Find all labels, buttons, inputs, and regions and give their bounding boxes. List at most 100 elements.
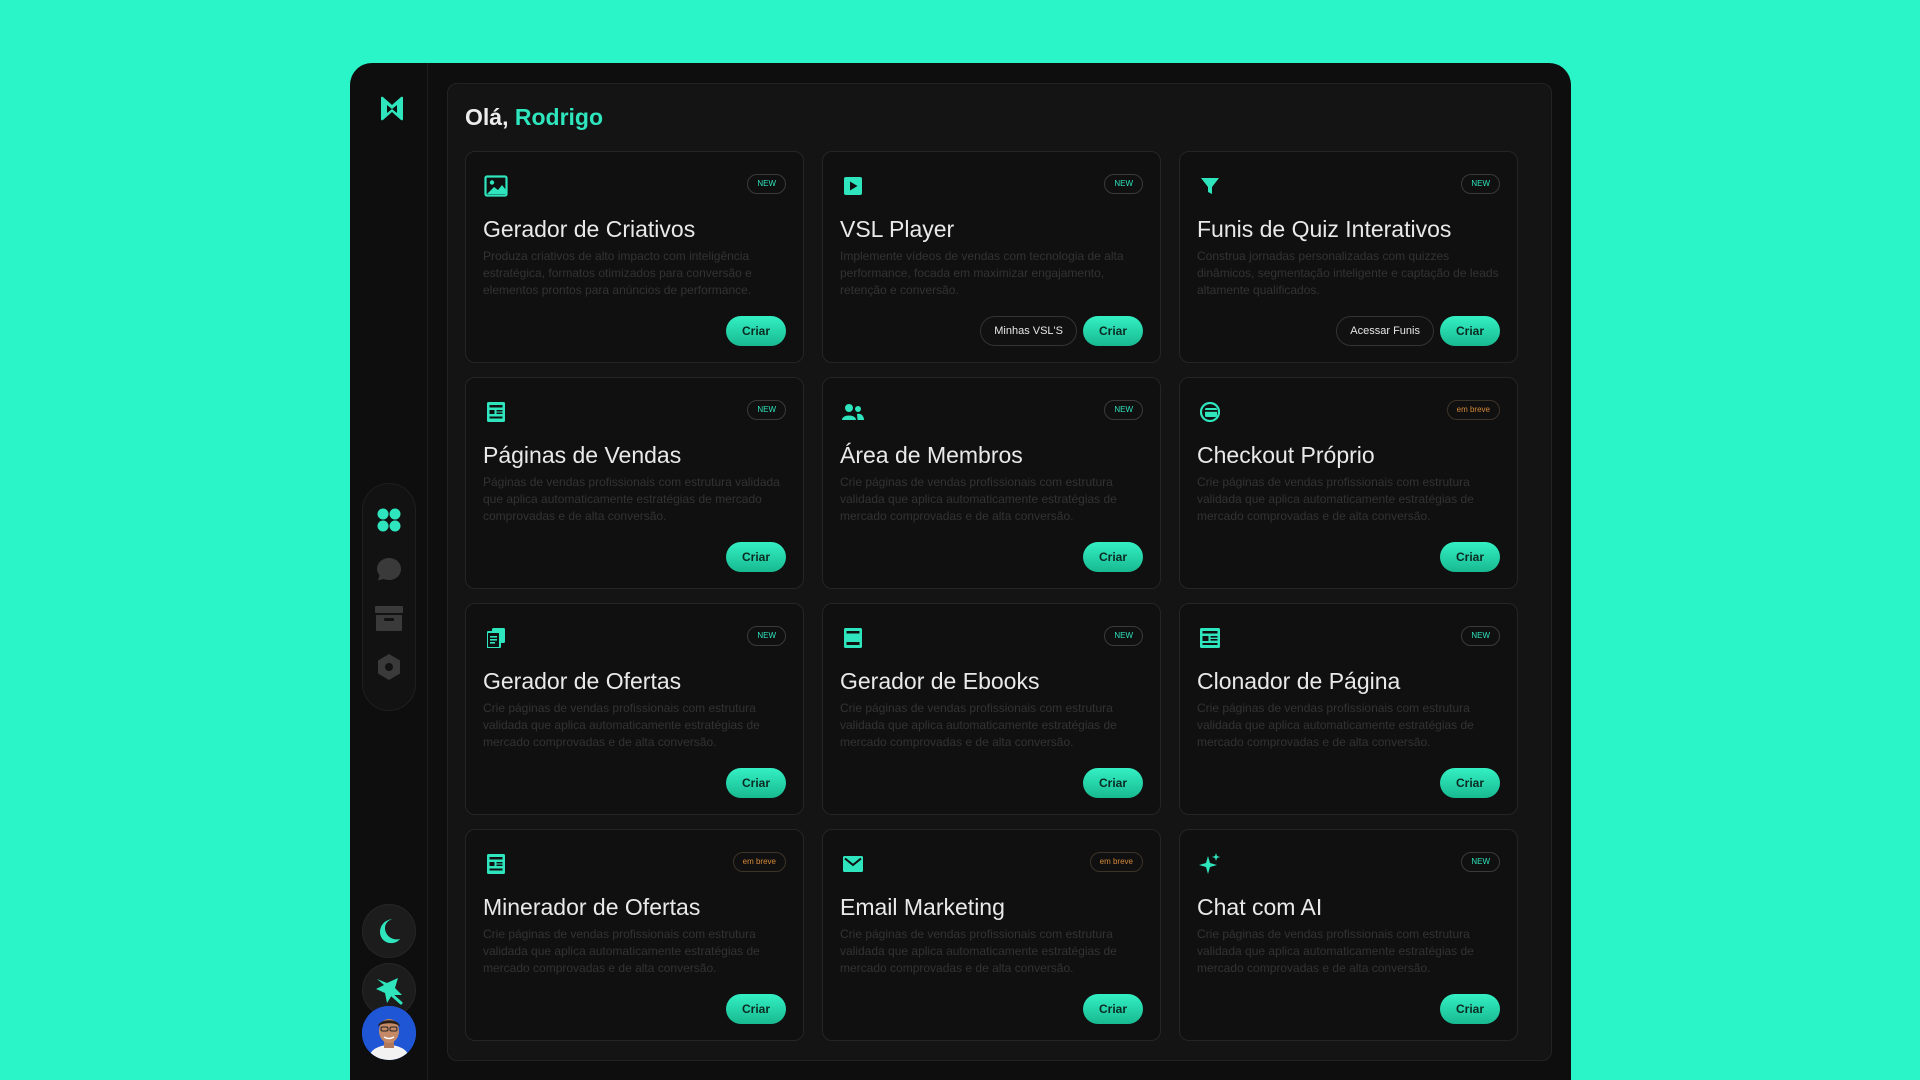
card-description: Crie páginas de vendas profissionais com… bbox=[840, 927, 1117, 975]
clone-page-icon bbox=[1197, 625, 1223, 651]
card-description: Crie páginas de vendas profissionais com… bbox=[840, 701, 1117, 749]
card-description: Construa jornadas personalizadas com qui… bbox=[1197, 249, 1499, 297]
main-panel: Olá, Rodrigo NEW Gerador de Criativos Prod… bbox=[447, 83, 1552, 1061]
greeting-user-name: Rodrigo bbox=[514, 104, 604, 130]
tools-grid: NEW Gerador de Criativos Produza criativos… bbox=[465, 151, 1518, 1041]
tool-card: NEW Gerador de Ofertas Crie páginas de ven… bbox=[465, 603, 804, 815]
card-title: Área de Membros bbox=[840, 442, 1023, 468]
card-actions: Criar bbox=[1439, 768, 1500, 798]
funis-de-quiz-interativos-secondary-button[interactable]: Acessar Funis bbox=[1336, 316, 1434, 346]
sidebar bbox=[350, 63, 428, 1080]
card-description: Crie páginas de vendas profissionais com… bbox=[1197, 927, 1474, 975]
funis-de-quiz-interativos-create-button[interactable]: Criar bbox=[1439, 316, 1500, 346]
settings-icon[interactable] bbox=[374, 652, 404, 682]
gerador-de-ofertas-create-button[interactable]: Criar bbox=[725, 768, 786, 798]
paginas-de-vendas-create-button[interactable]: Criar bbox=[725, 542, 786, 572]
tool-card: NEW Páginas de Vendas Páginas de vendas pr… bbox=[465, 377, 804, 589]
tool-card: em breve Email Marketing Crie páginas de v… bbox=[822, 829, 1161, 1041]
status-badge: em breve bbox=[1089, 852, 1143, 872]
card-actions: Criar bbox=[1439, 994, 1500, 1024]
mail-icon bbox=[840, 851, 866, 877]
card-actions: Acessar Funis Criar bbox=[1336, 316, 1500, 346]
card-title: Gerador de Ofertas bbox=[483, 668, 682, 694]
user-avatar[interactable] bbox=[362, 1006, 416, 1060]
card-title: Gerador de Ebooks bbox=[840, 668, 1040, 694]
card-description: Produza criativos de alto impacto com in… bbox=[483, 249, 752, 297]
card-title: Email Marketing bbox=[840, 894, 1005, 920]
gerador-de-criativos-create-button[interactable]: Criar bbox=[725, 316, 786, 346]
card-description: Implemente vídeos de vendas com tecnolog… bbox=[840, 249, 1124, 297]
n-logo-icon[interactable] bbox=[372, 88, 412, 128]
card-title: Gerador de Criativos bbox=[483, 216, 696, 242]
card-actions: Criar bbox=[1082, 994, 1143, 1024]
card-actions: Minhas VSL'S Criar bbox=[980, 316, 1143, 346]
card-title: Checkout Próprio bbox=[1197, 442, 1375, 468]
tool-card: NEW Funis de Quiz Interativos Construa jor… bbox=[1179, 151, 1518, 363]
app-window: Olá, Rodrigo NEW Gerador de Criativos Prod… bbox=[350, 63, 1571, 1080]
chat-com-ai-create-button[interactable]: Criar bbox=[1439, 994, 1500, 1024]
email-marketing-create-button[interactable]: Criar bbox=[1082, 994, 1143, 1024]
greeting: Olá, Rodrigo bbox=[465, 104, 603, 131]
card-title: VSL Player bbox=[840, 216, 955, 242]
card-description: Páginas de vendas profissionais com estr… bbox=[483, 475, 780, 523]
card-description: Crie páginas de vendas profissionais com… bbox=[1197, 701, 1474, 749]
credit-card-icon bbox=[1197, 399, 1223, 425]
archive-icon[interactable] bbox=[374, 603, 404, 633]
clonador-de-pagina-create-button[interactable]: Criar bbox=[1439, 768, 1500, 798]
greeting-prefix: Olá, bbox=[465, 104, 509, 130]
vsl-player-create-button[interactable]: Criar bbox=[1082, 316, 1143, 346]
play-icon bbox=[840, 173, 866, 199]
moon-icon[interactable] bbox=[362, 904, 416, 958]
members-icon bbox=[840, 399, 866, 425]
chat-icon[interactable] bbox=[374, 554, 404, 584]
card-title: Chat com AI bbox=[1197, 894, 1323, 920]
vsl-player-secondary-button[interactable]: Minhas VSL'S bbox=[980, 316, 1077, 346]
image-icon bbox=[483, 173, 509, 199]
minerador-de-ofertas-create-button[interactable]: Criar bbox=[725, 994, 786, 1024]
card-actions: Criar bbox=[1082, 768, 1143, 798]
card-description: Crie páginas de vendas profissionais com… bbox=[483, 927, 760, 975]
card-actions: Criar bbox=[1439, 542, 1500, 572]
tool-card: em breve Minerador de Ofertas Crie páginas… bbox=[465, 829, 804, 1041]
checkout-proprio-create-button[interactable]: Criar bbox=[1439, 542, 1500, 572]
tool-card: NEW Clonador de Página Crie páginas de ven… bbox=[1179, 603, 1518, 815]
book-icon bbox=[840, 625, 866, 651]
status-badge: NEW bbox=[1104, 400, 1143, 420]
page-icon bbox=[483, 851, 509, 877]
status-badge: NEW bbox=[1461, 174, 1500, 194]
status-badge: NEW bbox=[1104, 174, 1143, 194]
card-description: Crie páginas de vendas profissionais com… bbox=[483, 701, 760, 749]
gerador-de-ebooks-create-button[interactable]: Criar bbox=[1082, 768, 1143, 798]
grid-icon[interactable] bbox=[374, 505, 404, 535]
page-icon bbox=[483, 399, 509, 425]
documents-icon bbox=[483, 625, 509, 651]
card-description: Crie páginas de vendas profissionais com… bbox=[1197, 475, 1474, 523]
area-de-membros-create-button[interactable]: Criar bbox=[1082, 542, 1143, 572]
card-actions: Criar bbox=[725, 316, 786, 346]
tool-card: em breve Checkout Próprio Crie páginas de … bbox=[1179, 377, 1518, 589]
status-badge: NEW bbox=[1104, 626, 1143, 646]
tool-card: NEW Área de Membros Crie páginas de vendas… bbox=[822, 377, 1161, 589]
card-title: Páginas de Vendas bbox=[483, 442, 682, 468]
card-actions: Criar bbox=[725, 994, 786, 1024]
tool-card: NEW Gerador de Ebooks Crie páginas de vend… bbox=[822, 603, 1161, 815]
card-title: Clonador de Página bbox=[1197, 668, 1401, 694]
status-badge: NEW bbox=[747, 626, 786, 646]
tool-card: NEW VSL Player Implemente vídeos de vendas… bbox=[822, 151, 1161, 363]
status-badge: NEW bbox=[1461, 626, 1500, 646]
sparkles-icon bbox=[1197, 851, 1223, 877]
funnel-icon bbox=[1197, 173, 1223, 199]
card-title: Minerador de Ofertas bbox=[483, 894, 701, 920]
status-badge: NEW bbox=[747, 400, 786, 420]
status-badge: em breve bbox=[732, 852, 786, 872]
card-actions: Criar bbox=[725, 768, 786, 798]
tool-card: NEW Chat com AI Crie páginas de vendas pro… bbox=[1179, 829, 1518, 1041]
card-description: Crie páginas de vendas profissionais com… bbox=[840, 475, 1117, 523]
status-badge: NEW bbox=[747, 174, 786, 194]
card-title: Funis de Quiz Interativos bbox=[1197, 216, 1452, 242]
tool-card: NEW Gerador de Criativos Produza criativos… bbox=[465, 151, 804, 363]
card-actions: Criar bbox=[1082, 542, 1143, 572]
status-badge: em breve bbox=[1446, 400, 1500, 420]
status-badge: NEW bbox=[1461, 852, 1500, 872]
card-actions: Criar bbox=[725, 542, 786, 572]
